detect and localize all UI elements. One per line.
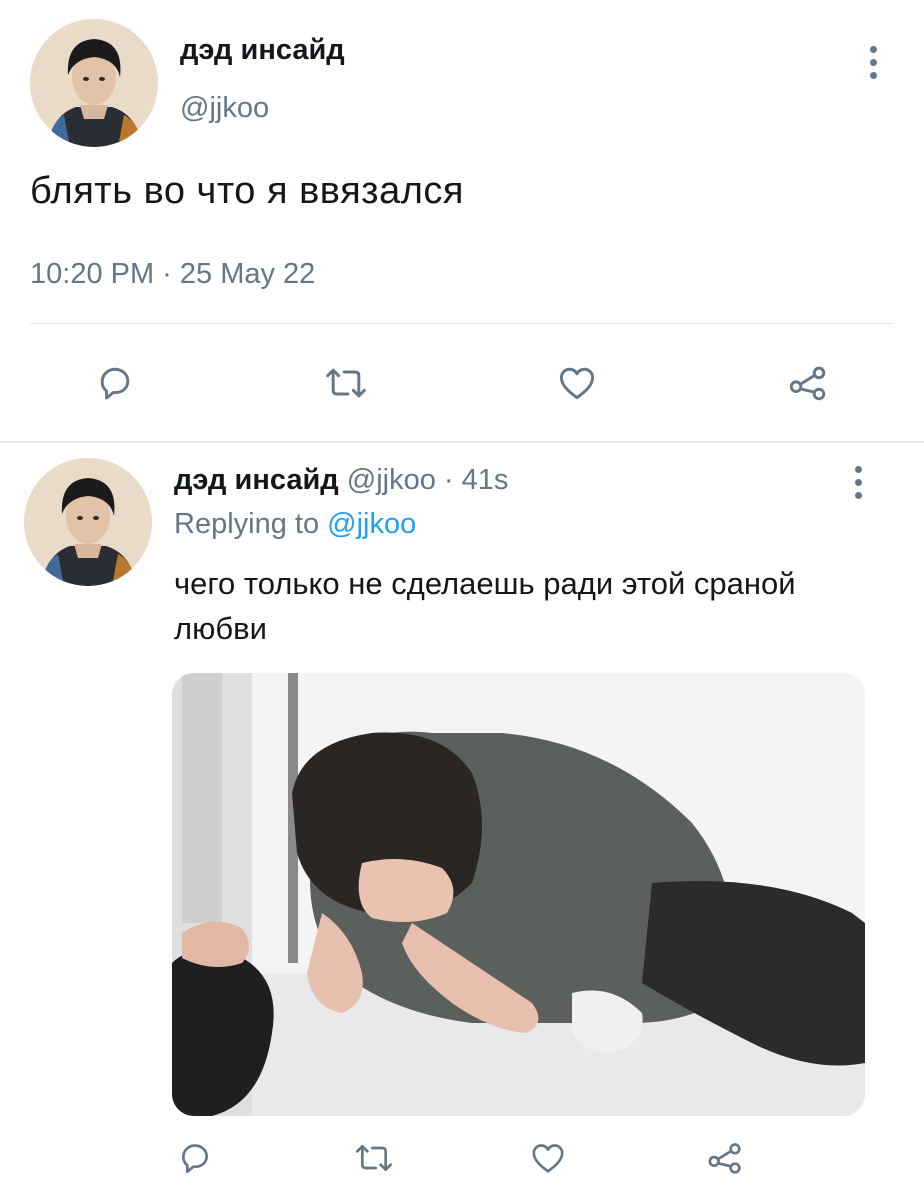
reply-action-bar bbox=[0, 1132, 924, 1188]
reply-author-avatar[interactable] bbox=[24, 458, 152, 586]
replying-mention-link[interactable]: @jjkoo bbox=[327, 508, 416, 540]
retweet-icon[interactable] bbox=[318, 360, 374, 406]
main-action-bar bbox=[0, 352, 924, 412]
like-icon[interactable] bbox=[526, 1136, 570, 1180]
avatar-image bbox=[30, 19, 158, 147]
avatar-image bbox=[24, 458, 152, 586]
main-tweet-timestamp: 10:20 PM · 25 May 22 bbox=[30, 258, 316, 290]
main-author-handle[interactable]: @jjkoo bbox=[180, 92, 269, 125]
reply-icon[interactable] bbox=[173, 1136, 217, 1180]
attached-photo[interactable] bbox=[172, 673, 865, 1116]
like-icon[interactable] bbox=[553, 360, 601, 406]
reply-icon[interactable] bbox=[92, 360, 138, 406]
section-divider bbox=[0, 441, 924, 443]
main-author-avatar[interactable] bbox=[30, 19, 158, 147]
meta-separator: · bbox=[443, 464, 454, 496]
photo-image bbox=[172, 673, 865, 1116]
retweet-icon[interactable] bbox=[348, 1136, 400, 1180]
reply-age: 41s bbox=[461, 464, 509, 496]
main-tweet: дэд инсайд @jjkoo блять во что я ввязалс… bbox=[0, 0, 924, 440]
reply-author-name[interactable]: дэд инсайд bbox=[174, 464, 339, 496]
replying-to: Replying to @jjkoo bbox=[174, 508, 416, 541]
more-vertical-icon[interactable] bbox=[868, 46, 878, 79]
divider bbox=[30, 323, 894, 324]
replying-prefix: Replying to bbox=[174, 508, 320, 540]
more-vertical-icon[interactable] bbox=[853, 466, 863, 499]
reply-tweet-text: чего только не сделаешь ради этой сраной… bbox=[174, 566, 796, 646]
share-icon[interactable] bbox=[703, 1136, 747, 1180]
main-author-name[interactable]: дэд инсайд bbox=[180, 34, 345, 67]
share-icon[interactable] bbox=[784, 360, 832, 406]
reply-author-handle[interactable]: @jjkoo bbox=[347, 464, 436, 496]
main-tweet-text: блять во что я ввязался bbox=[30, 170, 464, 212]
reply-header: дэд инсайд @jjkoo · 41s bbox=[174, 464, 508, 497]
